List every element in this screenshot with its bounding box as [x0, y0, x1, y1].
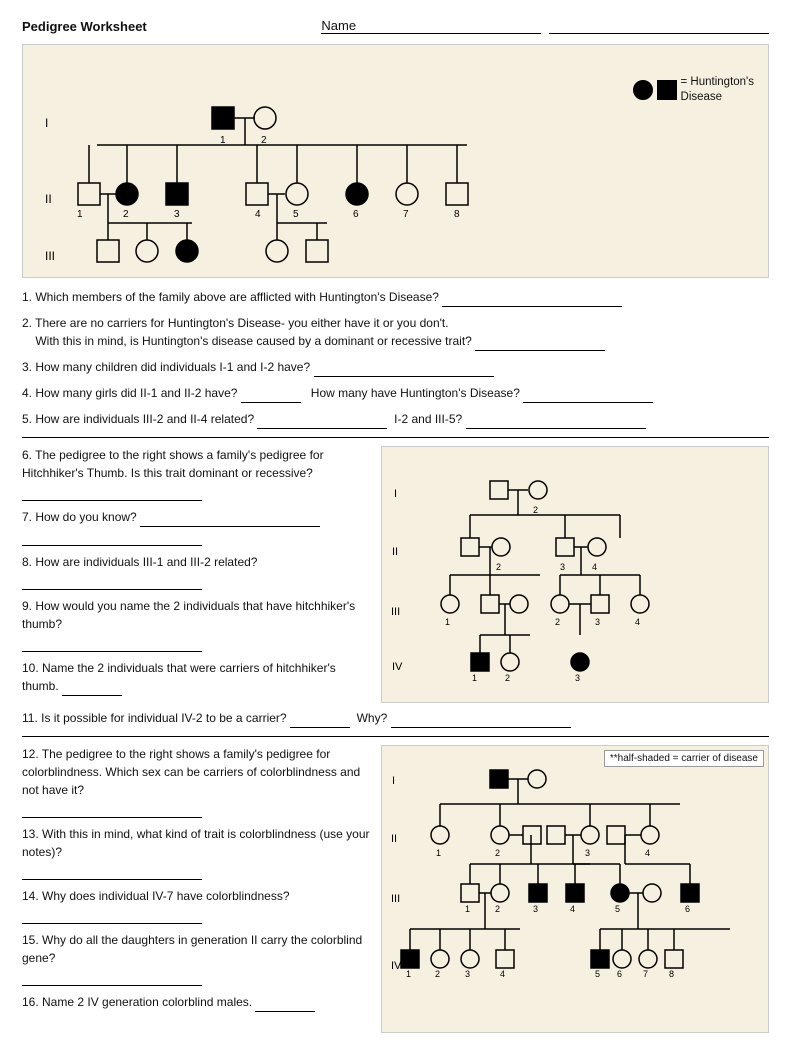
svg-text:8: 8: [454, 209, 460, 220]
svg-text:4: 4: [500, 969, 505, 979]
svg-text:I: I: [394, 488, 397, 500]
q8: 8. How are individuals III-1 and III-2 r…: [22, 553, 371, 590]
svg-text:1: 1: [406, 969, 411, 979]
name-line: Name: [317, 18, 769, 34]
legend-square: [657, 80, 677, 100]
svg-text:II: II: [391, 833, 397, 845]
q13: 13. With this in mind, what kind of trai…: [22, 825, 371, 880]
q14: 14. Why does individual IV-7 have colorb…: [22, 887, 371, 924]
q11: 11. Is it possible for individual IV-2 t…: [22, 709, 769, 728]
svg-text:2: 2: [533, 505, 538, 515]
svg-text:II: II: [392, 546, 398, 558]
svg-text:1: 1: [445, 617, 450, 627]
svg-text:3: 3: [575, 673, 580, 683]
page-title: Pedigree Worksheet: [22, 19, 147, 34]
q16: 16. Name 2 IV generation colorblind male…: [22, 993, 371, 1012]
svg-text:2: 2: [495, 848, 500, 858]
svg-text:5: 5: [293, 209, 299, 220]
q2: 2. There are no carriers for Huntington'…: [22, 314, 769, 351]
section-hitchhiker: 6. The pedigree to the right shows a fam…: [22, 446, 769, 703]
svg-text:6: 6: [353, 209, 359, 220]
pedigree-2-container: I II III IV 2 2: [381, 446, 769, 703]
q7: 7. How do you know?: [22, 508, 371, 546]
svg-text:2: 2: [505, 673, 510, 683]
svg-text:3: 3: [595, 617, 600, 627]
svg-text:4: 4: [592, 562, 597, 572]
svg-text:2: 2: [123, 209, 129, 220]
svg-text:2: 2: [555, 617, 560, 627]
pedigree-3-diagram: I II III IV 1 2 3: [390, 754, 750, 1024]
pedigree-2-diagram: I II III IV 2 2: [390, 455, 710, 685]
legend-text: = Huntington's Disease: [681, 75, 754, 105]
svg-text:2: 2: [496, 562, 501, 572]
svg-text:6: 6: [617, 969, 622, 979]
svg-text:2: 2: [495, 904, 500, 914]
divider-1: [22, 437, 769, 438]
legend-circle: [633, 80, 653, 100]
page-header: Pedigree Worksheet Name: [22, 18, 769, 34]
section-colorblind: 12. The pedigree to the right shows a fa…: [22, 736, 769, 1033]
q3: 3. How many children did individuals I-1…: [22, 358, 769, 377]
svg-text:3: 3: [465, 969, 470, 979]
svg-text:6: 6: [685, 904, 690, 914]
q6: 6. The pedigree to the right shows a fam…: [22, 446, 371, 501]
svg-text:8: 8: [669, 969, 674, 979]
questions-1-5: 1. Which members of the family above are…: [22, 288, 769, 429]
svg-text:4: 4: [645, 848, 650, 858]
svg-text:7: 7: [643, 969, 648, 979]
q4: 4. How many girls did II-1 and II-2 have…: [22, 384, 769, 403]
colorblind-questions: 12. The pedigree to the right shows a fa…: [22, 745, 381, 1033]
svg-text:III: III: [391, 606, 400, 618]
svg-text:4: 4: [635, 617, 640, 627]
svg-text:1: 1: [472, 673, 477, 683]
svg-text:I: I: [392, 775, 395, 787]
svg-text:3: 3: [585, 848, 590, 858]
q5: 5. How are individuals III-2 and II-4 re…: [22, 410, 769, 429]
svg-text:3: 3: [560, 562, 565, 572]
svg-text:III: III: [391, 893, 400, 905]
pedigree-3-container: **half-shaded = carrier of disease I II …: [381, 745, 769, 1033]
svg-text:3: 3: [533, 904, 538, 914]
q12: 12. The pedigree to the right shows a fa…: [22, 745, 371, 818]
q15: 15. Why do all the daughters in generati…: [22, 931, 371, 986]
carrier-note: **half-shaded = carrier of disease: [604, 750, 764, 767]
svg-text:III: III: [45, 249, 55, 263]
q1: 1. Which members of the family above are…: [22, 288, 769, 307]
svg-text:2: 2: [435, 969, 440, 979]
pedigree-1-diagram: I II III 1 2 1 2 3 4: [37, 55, 577, 265]
q7-line2: [22, 527, 202, 546]
hitchhiker-questions: 6. The pedigree to the right shows a fam…: [22, 446, 381, 703]
q9: 9. How would you name the 2 individuals …: [22, 597, 371, 652]
svg-text:I: I: [45, 116, 48, 130]
svg-text:5: 5: [595, 969, 600, 979]
pedigree-section-1: I II III 1 2 1 2 3 4: [22, 44, 769, 278]
svg-text:4: 4: [570, 904, 575, 914]
svg-text:1: 1: [436, 848, 441, 858]
svg-text:7: 7: [403, 209, 409, 220]
svg-text:1: 1: [465, 904, 470, 914]
legend: = Huntington's Disease: [633, 75, 754, 105]
svg-text:1: 1: [77, 209, 83, 220]
svg-text:3: 3: [174, 209, 180, 220]
svg-text:II: II: [45, 192, 52, 206]
svg-text:5: 5: [615, 904, 620, 914]
svg-text:IV: IV: [392, 661, 403, 673]
svg-text:4: 4: [255, 209, 261, 220]
q10: 10. Name the 2 individuals that were car…: [22, 659, 371, 696]
